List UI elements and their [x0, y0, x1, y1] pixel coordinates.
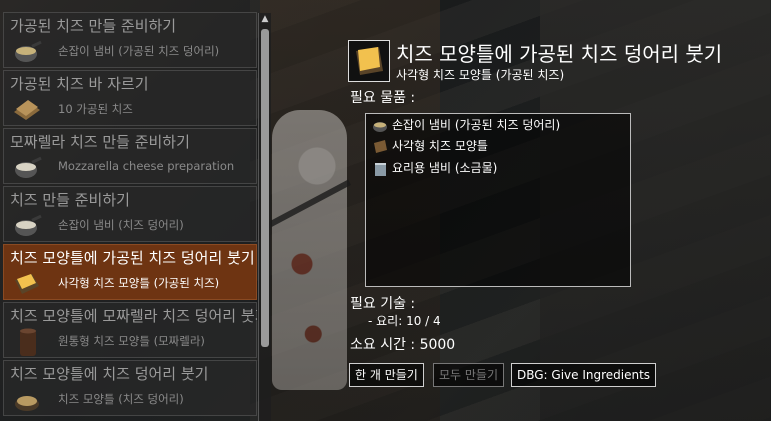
saucepan-icon — [373, 122, 387, 132]
debug-give-ingredients-button[interactable]: DBG: Give Ingredients — [511, 363, 657, 387]
recipe-item[interactable]: 가공된 치즈 만들 준비하기 손잡이 냄비 (가공된 치즈 덩어리) — [3, 12, 257, 68]
player-character — [272, 110, 347, 390]
recipe-result-icon — [348, 40, 390, 82]
cheese-mold-icon — [15, 274, 39, 294]
cheese-mold-icon — [374, 140, 387, 153]
recipe-item[interactable]: 치즈 만들 준비하기 손잡이 냄비 (치즈 덩어리) — [3, 186, 257, 242]
saucepan-icon — [15, 156, 42, 178]
ingredient-label: 사각형 치즈 모양틀 — [392, 139, 488, 153]
ingredient-label: 요리용 냄비 (소금물) — [392, 161, 498, 175]
recipe-subtitle: 손잡이 냄비 (치즈 덩어리) — [58, 218, 184, 232]
recipe-title: 치즈 모양틀에 모짜렐라 치즈 덩어리 붓기 — [10, 307, 257, 325]
scroll-up-arrow-icon[interactable]: ▲ — [259, 13, 271, 25]
cooking-pot-icon — [375, 163, 386, 176]
recipe-detail-subtitle: 사각형 치즈 모양틀 (가공된 치즈) — [396, 68, 565, 82]
ingredient-item: 사각형 치즈 모양틀 — [372, 137, 488, 155]
ingredient-item: 요리용 냄비 (소금물) — [372, 159, 497, 177]
ingredients-list: 손잡이 냄비 (가공된 치즈 덩어리) 사각형 치즈 모양틀 요리용 냄비 (소… — [365, 113, 631, 287]
recipe-list[interactable]: 가공된 치즈 만들 준비하기 손잡이 냄비 (가공된 치즈 덩어리) 가공된 치… — [3, 12, 257, 421]
recipe-title: 모짜렐라 치즈 만들 준비하기 — [10, 133, 190, 151]
craft-all-button[interactable]: 모두 만들기 — [433, 363, 505, 387]
cylinder-mold-icon — [20, 328, 36, 356]
recipe-subtitle: 손잡이 냄비 (가공된 치즈 덩어리) — [58, 44, 220, 58]
recipe-item[interactable]: 치즈 모양틀에 치즈 덩어리 붓기 치즈 모양틀 (치즈 덩어리) — [3, 360, 257, 416]
crafting-time: 소요 시간 : 5000 — [350, 337, 456, 353]
ingredients-label: 필요 물품 : — [350, 90, 416, 106]
recipe-title: 치즈 모양틀에 가공된 치즈 덩어리 붓기 — [10, 249, 255, 267]
recipe-item[interactable]: 모짜렐라 치즈 만들 준비하기 Mozzarella cheese prepar… — [3, 128, 257, 184]
recipe-detail-title: 치즈 모양틀에 가공된 치즈 덩어리 붓기 — [396, 42, 723, 66]
round-mold-icon — [15, 396, 39, 411]
scrollbar-thumb[interactable] — [261, 29, 269, 347]
saucepan-icon — [15, 40, 42, 62]
craft-one-button[interactable]: 한 개 만들기 — [349, 363, 424, 387]
recipe-item-selected[interactable]: 치즈 모양틀에 가공된 치즈 덩어리 붓기 사각형 치즈 모양틀 (가공된 치즈… — [3, 244, 257, 300]
saucepan-icon — [15, 214, 42, 236]
recipe-title: 치즈 모양틀에 치즈 덩어리 붓기 — [10, 365, 209, 383]
recipe-item[interactable]: 치즈 모양틀에 모짜렐라 치즈 덩어리 붓기 원통형 치즈 모양틀 (모짜렐라) — [3, 302, 257, 358]
skills-label: 필요 기술 : — [350, 296, 416, 312]
recipe-subtitle: 사각형 치즈 모양틀 (가공된 치즈) — [58, 276, 220, 290]
ingredient-item: 손잡이 냄비 (가공된 치즈 덩어리) — [372, 116, 560, 134]
cheese-slices-icon — [14, 100, 40, 120]
recipe-item[interactable]: 가공된 치즈 바 자르기 10 가공된 치즈 — [3, 70, 257, 126]
cheese-mold-icon — [356, 47, 383, 75]
recipe-title: 치즈 만들 준비하기 — [10, 191, 130, 209]
recipe-subtitle: 원통형 치즈 모양틀 (모짜렐라) — [58, 334, 205, 348]
recipe-title: 가공된 치즈 바 자르기 — [10, 75, 149, 93]
recipe-list-scrollbar[interactable]: ▲ — [258, 13, 271, 421]
recipe-title: 가공된 치즈 만들 준비하기 — [10, 17, 177, 35]
recipe-subtitle: Mozzarella cheese preparation — [58, 159, 235, 173]
recipe-subtitle: 10 가공된 치즈 — [58, 102, 133, 116]
ingredient-label: 손잡이 냄비 (가공된 치즈 덩어리) — [392, 118, 561, 132]
recipe-subtitle: 치즈 모양틀 (치즈 덩어리) — [58, 392, 184, 406]
skill-requirement: - 요리: 10 / 4 — [368, 314, 441, 328]
